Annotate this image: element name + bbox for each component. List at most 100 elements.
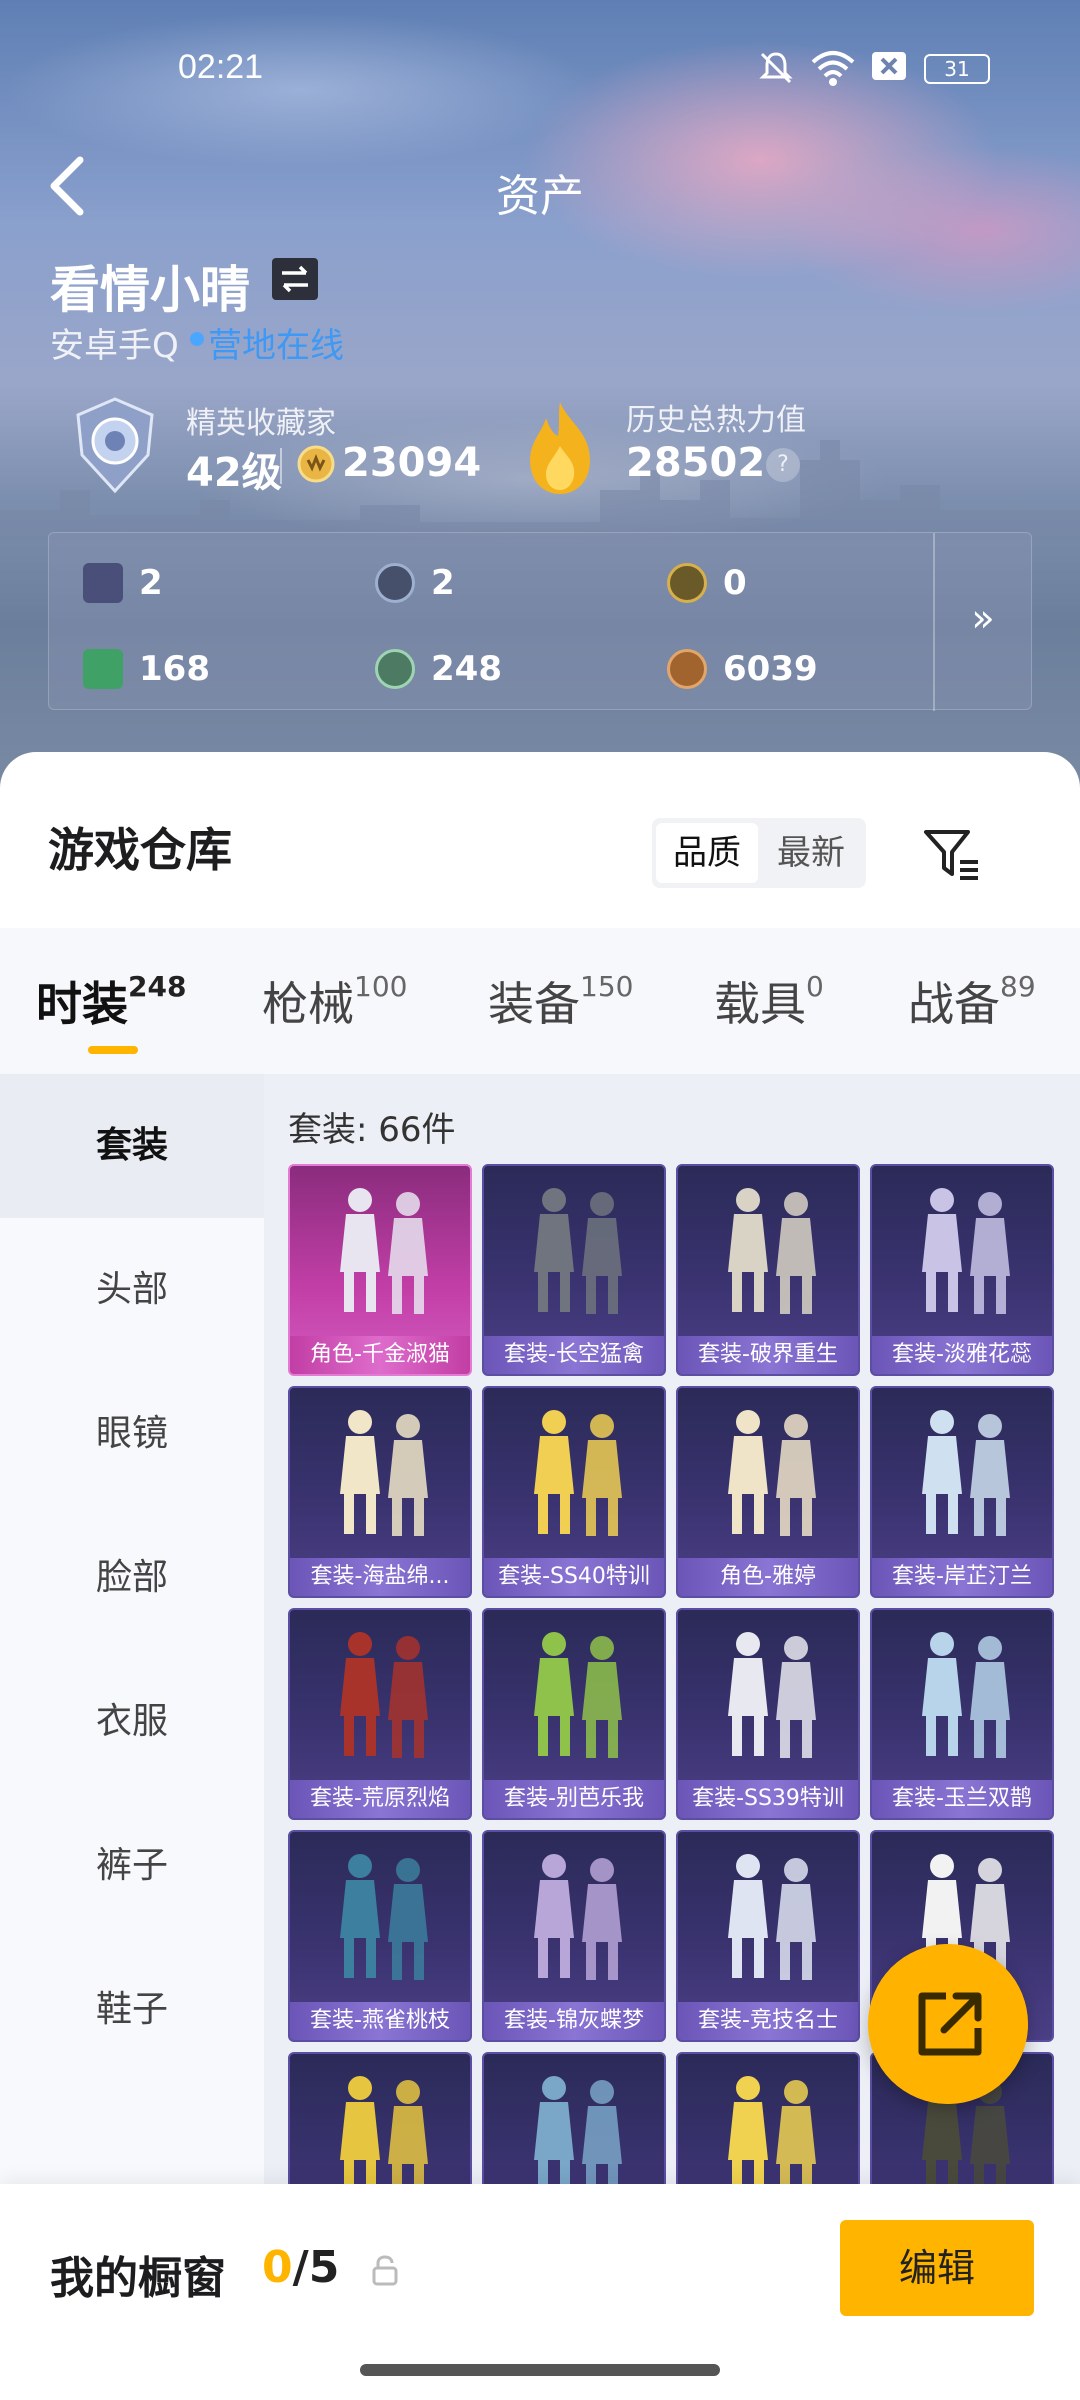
showcase-current: 0	[262, 2242, 293, 2293]
user-name: 看情小晴	[50, 261, 250, 319]
outfit-thumbnail	[922, 1410, 1010, 1536]
tab-label: 战备	[908, 977, 1000, 1031]
heat-value: 28502	[626, 440, 766, 486]
lock-icon	[372, 2255, 398, 2286]
share-export-button[interactable]	[868, 1944, 1028, 2104]
heat-help-icon[interactable]: ?	[766, 448, 800, 482]
outfit-card[interactable]: 套装-SS40特训	[482, 1386, 666, 1598]
collector-coins: 23094	[342, 440, 482, 486]
stat-divider	[280, 448, 282, 484]
sort-by-newest[interactable]: 最新	[760, 823, 862, 883]
outfit-name: 角色-雅婷	[678, 1558, 858, 1596]
outfit-name: 套装-岸芷汀兰	[872, 1558, 1052, 1596]
category-tabs: 时装248 枪械100 装备150 载具0 战备89	[0, 928, 1080, 1074]
online-status-dot	[190, 332, 204, 346]
wifi-icon	[811, 51, 855, 86]
outfit-card[interactable]: 套装-岸芷汀兰	[870, 1386, 1054, 1598]
tab-fashion[interactable]: 时装248	[36, 968, 186, 1034]
switch-account-icon[interactable]	[272, 258, 318, 300]
tab-vehicles[interactable]: 载具0	[714, 968, 824, 1034]
outfit-card[interactable]: 套装-锦灰蝶梦	[482, 1830, 666, 2042]
platform-label: 安卓手Q	[50, 326, 179, 366]
tab-count: 248	[128, 969, 187, 1003]
resources-more-icon[interactable]: »	[933, 533, 1033, 711]
outfit-name: 套装-长空猛禽	[484, 1336, 664, 1374]
battery-icon: 31	[924, 54, 990, 84]
outfit-card[interactable]: 套装-玉兰双鹊	[870, 1608, 1054, 1820]
tab-count: 0	[806, 969, 824, 1003]
tab-count: 100	[354, 969, 408, 1003]
outfit-name: 套装-SS39特训	[678, 1780, 858, 1818]
showcase-bar: 我的橱窗 0/5 编辑	[0, 2184, 1080, 2400]
edit-showcase-button[interactable]: 编辑	[840, 2220, 1034, 2316]
outfit-thumbnail	[922, 1632, 1010, 1758]
outfit-card[interactable]: 套装-淡雅花蕊	[870, 1164, 1054, 1376]
sidebar-item-face[interactable]: 脸部	[0, 1506, 264, 1650]
sidebar-item-shoes[interactable]: 鞋子	[0, 1938, 264, 2082]
page-title: 资产	[496, 171, 584, 222]
tab-label: 时装	[36, 977, 128, 1031]
outfit-card[interactable]: 套装-别芭乐我	[482, 1608, 666, 1820]
tab-count: 150	[580, 969, 634, 1003]
outfit-card[interactable]: 套装-海盐绵...	[288, 1386, 472, 1598]
outfit-thumbnail	[534, 1188, 622, 1314]
collector-rank-badge-icon	[76, 397, 154, 494]
sort-by-quality[interactable]: 品质	[656, 823, 758, 883]
outfit-name: 套装-锦灰蝶梦	[484, 2002, 664, 2040]
mute-icon	[759, 52, 793, 84]
outfit-name: 套装-SS40特训	[484, 1558, 664, 1596]
showcase-total: /5	[292, 2242, 340, 2293]
a-token-icon	[667, 563, 707, 603]
outfit-thumbnail	[534, 1854, 622, 1980]
outfit-card[interactable]: 角色-千金淑猫	[288, 1164, 472, 1376]
active-tab-indicator	[88, 1046, 138, 1054]
flame-icon	[530, 402, 590, 494]
tab-label: 装备	[488, 977, 580, 1031]
outfit-card[interactable]: 套装-SS39特训	[676, 1608, 860, 1820]
outfit-card[interactable]: 套装-长空猛禽	[482, 1164, 666, 1376]
filter-icon[interactable]	[920, 824, 982, 884]
online-status: 营地在线	[208, 326, 344, 366]
outfit-thumbnail	[340, 1632, 428, 1758]
outfit-card[interactable]: 角色-雅婷	[676, 1386, 860, 1598]
outfit-thumbnail	[728, 1410, 816, 1536]
sim-blocked-icon	[872, 52, 906, 80]
outfit-thumbnail	[534, 1410, 622, 1536]
resource-value: 248	[431, 649, 502, 689]
sidebar-item-clothes[interactable]: 衣服	[0, 1650, 264, 1794]
outfit-name: 角色-千金淑猫	[290, 1336, 470, 1374]
resource-value: 6039	[723, 649, 818, 689]
resource-value: 2	[139, 563, 163, 603]
resource-panel[interactable]: 2 2 0 168 248 6039 »	[48, 532, 1033, 711]
outfit-card[interactable]: 套装-燕雀桃枝	[288, 1830, 472, 2042]
outfit-name: 套装-玉兰双鹊	[872, 1780, 1052, 1818]
outfit-card[interactable]: 套装-破界重生	[676, 1164, 860, 1376]
outfit-name: 套装-荒原烈焰	[290, 1780, 470, 1818]
outfit-thumbnail	[340, 1854, 428, 1980]
warehouse-sheet: 游戏仓库 品质 最新 时装248 枪械100 装备150 载具0 战备89 套装…	[0, 752, 1080, 2400]
outfit-name: 套装-燕雀桃枝	[290, 2002, 470, 2040]
sidebar-item-head[interactable]: 头部	[0, 1218, 264, 1362]
outfit-thumbnail	[922, 1188, 1010, 1314]
resource-value: 2	[431, 563, 455, 603]
tab-weapons[interactable]: 枪械100	[262, 968, 407, 1034]
profile-header-background: 02:21 31 资产 看情小晴 安卓手Q 营地在线 精英收藏家 42级 230…	[0, 0, 1080, 800]
battery-level: 31	[944, 57, 970, 81]
outfit-card[interactable]: 套装-竞技名士	[676, 1830, 860, 2042]
outfit-card[interactable]: 套装-荒原烈焰	[288, 1608, 472, 1820]
showcase-count: 0/5	[262, 2242, 339, 2293]
tab-supplies[interactable]: 战备89	[908, 968, 1036, 1034]
outfit-thumbnail	[340, 1188, 428, 1314]
outfit-name: 套装-破界重生	[678, 1336, 858, 1374]
sidebar-item-pants[interactable]: 裤子	[0, 1794, 264, 1938]
s-token-icon	[375, 563, 415, 603]
ticket-icon	[83, 649, 123, 689]
tab-count: 89	[1000, 969, 1036, 1003]
tab-equipment[interactable]: 装备150	[488, 968, 633, 1034]
bronze-coin-icon	[667, 649, 707, 689]
sidebar-item-outfits[interactable]: 套装	[0, 1074, 264, 1218]
outfit-name: 套装-竞技名士	[678, 2002, 858, 2040]
gem-icon	[375, 649, 415, 689]
warehouse-title: 游戏仓库	[48, 823, 232, 877]
sidebar-item-glasses[interactable]: 眼镜	[0, 1362, 264, 1506]
